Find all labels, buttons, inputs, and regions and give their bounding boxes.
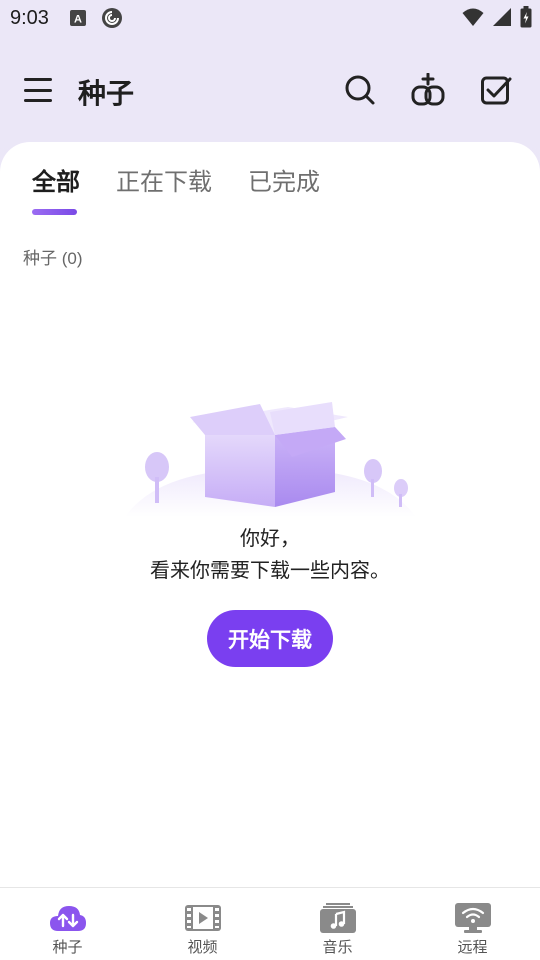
music-icon <box>318 902 358 934</box>
nav-label-remote: 远程 <box>457 938 488 956</box>
svg-text:A: A <box>74 14 82 26</box>
tab-indicator <box>32 209 77 215</box>
start-download-button[interactable]: 开始下载 <box>207 610 333 667</box>
search-icon[interactable] <box>342 72 378 108</box>
nav-label-music: 音乐 <box>322 938 353 956</box>
cloud-transfer-icon <box>48 902 88 934</box>
hamburger-menu-icon[interactable] <box>22 75 54 105</box>
nav-label-torrents: 种子 <box>52 938 83 956</box>
status-time: 9:03 <box>10 6 49 29</box>
app-swirl-icon <box>101 7 123 29</box>
tab-completed[interactable]: 已完成 <box>248 162 320 197</box>
nav-item-video[interactable]: 视频 <box>135 888 270 960</box>
add-link-icon[interactable] <box>410 72 446 108</box>
status-bar: 9:03 A <box>0 0 540 36</box>
tab-all[interactable]: 全部 <box>32 162 80 197</box>
tab-bar: 全部 正在下载 已完成 <box>0 162 540 222</box>
select-checkbox-icon[interactable] <box>478 72 514 108</box>
wifi-icon <box>462 7 484 32</box>
nav-item-music[interactable]: 音乐 <box>270 888 405 960</box>
bottom-nav: 种子 视频 音乐 远程 <box>0 887 540 960</box>
section-label: 种子 (0) <box>23 249 83 268</box>
cell-signal-icon <box>492 7 512 32</box>
remote-wifi-icon <box>453 902 493 934</box>
tab-downloading[interactable]: 正在下载 <box>116 162 212 197</box>
page-title: 种子 <box>78 77 135 110</box>
battery-charging-icon <box>520 6 532 33</box>
empty-greeting: 你好， <box>240 526 300 550</box>
main-content: 全部 正在下载 已完成 种子 (0) 你好， 看来你需要下载一些内容。 开始下载 <box>0 142 540 888</box>
open-box-icon <box>120 397 420 522</box>
empty-message: 看来你需要下载一些内容。 <box>150 558 390 582</box>
app-header: 种子 <box>0 60 540 120</box>
nav-item-remote[interactable]: 远程 <box>405 888 540 960</box>
nav-item-torrents[interactable]: 种子 <box>0 888 135 960</box>
nav-label-video: 视频 <box>187 938 218 956</box>
film-icon <box>183 902 223 934</box>
keyboard-a-icon: A <box>69 9 87 27</box>
